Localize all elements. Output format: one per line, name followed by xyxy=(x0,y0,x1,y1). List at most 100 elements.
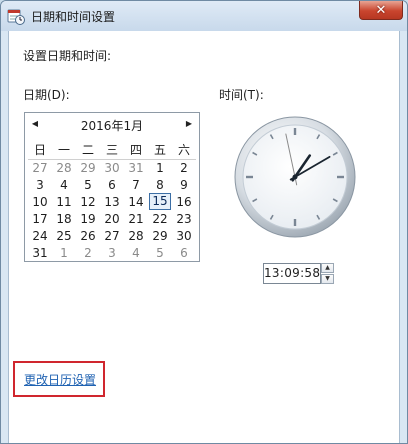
time-spinner: ▲ ▼ xyxy=(321,263,334,284)
calendar-day[interactable]: 30 xyxy=(100,159,124,176)
weekday-header: 日 xyxy=(28,140,52,160)
calendar-day[interactable]: 27 xyxy=(100,227,124,244)
calendar-day-number: 1 xyxy=(60,245,68,260)
time-input[interactable]: 13:09:58 xyxy=(263,263,321,284)
calendar-header: ◀ 2016年1月 ▶ xyxy=(25,113,199,135)
page-heading: 设置日期和时间: xyxy=(23,49,112,63)
calendar-day-number: 18 xyxy=(56,211,72,226)
calendar-day[interactable]: 1 xyxy=(52,244,76,261)
calendar-day-number: 14 xyxy=(128,194,144,209)
calendar-day[interactable]: 11 xyxy=(52,193,76,210)
calendar-day-number: 26 xyxy=(80,228,96,243)
calendar-day[interactable]: 28 xyxy=(52,159,76,176)
calendar: ◀ 2016年1月 ▶ 日一二三四五六 27 28 29 30 31 1 2 3 4 5 6 7 8 9 1… xyxy=(24,112,200,262)
calendar-day-number: 3 xyxy=(36,177,44,192)
calendar-day-number: 11 xyxy=(56,194,72,209)
close-icon: ✕ xyxy=(375,2,387,18)
calendar-day[interactable]: 10 xyxy=(28,193,52,210)
calendar-day-number: 31 xyxy=(128,160,144,175)
calendar-day[interactable]: 29 xyxy=(76,159,100,176)
calendar-day-number: 7 xyxy=(132,177,140,192)
calendar-week-row: 17 18 19 20 21 22 23 xyxy=(28,210,196,227)
calendar-day[interactable]: 16 xyxy=(172,193,196,210)
calendar-week-row: 3 4 5 6 7 8 9 xyxy=(28,176,196,193)
calendar-month-title[interactable]: 2016年1月 xyxy=(25,117,199,134)
calendar-day-number: 13 xyxy=(104,194,120,209)
calendar-week-row: 24 25 26 27 28 29 30 xyxy=(28,227,196,244)
close-button[interactable]: ✕ xyxy=(359,1,403,20)
calendar-day-number: 28 xyxy=(128,228,144,243)
calendar-day-number: 22 xyxy=(152,211,168,226)
calendar-day[interactable]: 2 xyxy=(76,244,100,261)
calendar-day-number: 10 xyxy=(32,194,48,209)
calendar-day[interactable]: 3 xyxy=(28,176,52,193)
calendar-day[interactable]: 23 xyxy=(172,210,196,227)
change-calendar-settings-link[interactable]: 更改日历设置 xyxy=(24,371,96,388)
next-month-button[interactable]: ▶ xyxy=(182,117,196,131)
calendar-day[interactable]: 21 xyxy=(124,210,148,227)
calendar-day[interactable]: 27 xyxy=(28,159,52,176)
weekday-header: 四 xyxy=(124,140,148,160)
calendar-day[interactable]: 5 xyxy=(148,244,172,261)
calendar-day-number: 6 xyxy=(108,177,116,192)
calendar-day[interactable]: 5 xyxy=(76,176,100,193)
weekday-header-row: 日一二三四五六 xyxy=(28,140,196,160)
calendar-day[interactable]: 2 xyxy=(172,159,196,176)
calendar-day[interactable]: 17 xyxy=(28,210,52,227)
time-decrease-button[interactable]: ▼ xyxy=(321,274,334,284)
calendar-day[interactable]: 9 xyxy=(172,176,196,193)
calendar-day[interactable]: 6 xyxy=(100,176,124,193)
calendar-day[interactable]: 31 xyxy=(124,159,148,176)
calendar-day[interactable]: 3 xyxy=(100,244,124,261)
weekday-header: 六 xyxy=(172,140,196,160)
calendar-day[interactable]: 19 xyxy=(76,210,100,227)
date-time-dialog: 日期和时间设置 ✕ 设置日期和时间: 日期(D): 时间(T): ◀ 2016年… xyxy=(0,0,408,444)
calendar-week-row: 27 28 29 30 31 1 2 xyxy=(28,159,196,176)
analog-clock xyxy=(234,116,356,238)
calendar-day[interactable]: 18 xyxy=(52,210,76,227)
calendar-clock-icon xyxy=(7,7,25,25)
calendar-day[interactable]: 13 xyxy=(100,193,124,210)
calendar-day-selected[interactable]: 15 xyxy=(148,193,172,210)
clock-center-pin xyxy=(292,174,298,180)
calendar-day-number: 27 xyxy=(104,228,120,243)
calendar-day[interactable]: 14 xyxy=(124,193,148,210)
weekday-header: 五 xyxy=(148,140,172,160)
calendar-day-number: 8 xyxy=(156,177,164,192)
calendar-day-number: 17 xyxy=(32,211,48,226)
calendar-day[interactable]: 22 xyxy=(148,210,172,227)
window-title: 日期和时间设置 xyxy=(31,10,116,24)
calendar-day-number: 25 xyxy=(56,228,72,243)
calendar-day-number: 24 xyxy=(32,228,48,243)
calendar-day[interactable]: 8 xyxy=(148,176,172,193)
calendar-day[interactable]: 4 xyxy=(52,176,76,193)
calendar-day[interactable]: 12 xyxy=(76,193,100,210)
calendar-day-number: 12 xyxy=(80,194,96,209)
calendar-day[interactable]: 4 xyxy=(124,244,148,261)
dialog-body: 设置日期和时间: 日期(D): 时间(T): ◀ 2016年1月 ▶ 日一二三四… xyxy=(8,31,400,443)
calendar-day-number: 15 xyxy=(149,193,171,210)
calendar-day[interactable]: 20 xyxy=(100,210,124,227)
calendar-day-number: 21 xyxy=(128,211,144,226)
weekday-header: 三 xyxy=(100,140,124,160)
calendar-day[interactable]: 30 xyxy=(172,227,196,244)
calendar-day[interactable]: 1 xyxy=(148,159,172,176)
calendar-day[interactable]: 29 xyxy=(148,227,172,244)
calendar-grid: 日一二三四五六 27 28 29 30 31 1 2 3 4 5 6 7 8 9 10 11 12 13 14 15 1… xyxy=(28,140,196,261)
calendar-day[interactable]: 25 xyxy=(52,227,76,244)
link-highlight-box: 更改日历设置 xyxy=(13,361,105,397)
calendar-day[interactable]: 31 xyxy=(28,244,52,261)
calendar-day[interactable]: 24 xyxy=(28,227,52,244)
calendar-day-number: 29 xyxy=(80,160,96,175)
calendar-day-number: 23 xyxy=(176,211,192,226)
calendar-week-row: 31 1 2 3 4 5 6 xyxy=(28,244,196,261)
calendar-day[interactable]: 28 xyxy=(124,227,148,244)
date-label: 日期(D): xyxy=(23,88,70,102)
calendar-day-number: 9 xyxy=(180,177,188,192)
calendar-day-number: 5 xyxy=(156,245,164,260)
calendar-day[interactable]: 6 xyxy=(172,244,196,261)
time-increase-button[interactable]: ▲ xyxy=(321,263,334,273)
calendar-days: 27 28 29 30 31 1 2 3 4 5 6 7 8 9 10 11 12 13 14 15 16 17 18 19 2… xyxy=(28,159,196,261)
calendar-day[interactable]: 7 xyxy=(124,176,148,193)
calendar-day[interactable]: 26 xyxy=(76,227,100,244)
